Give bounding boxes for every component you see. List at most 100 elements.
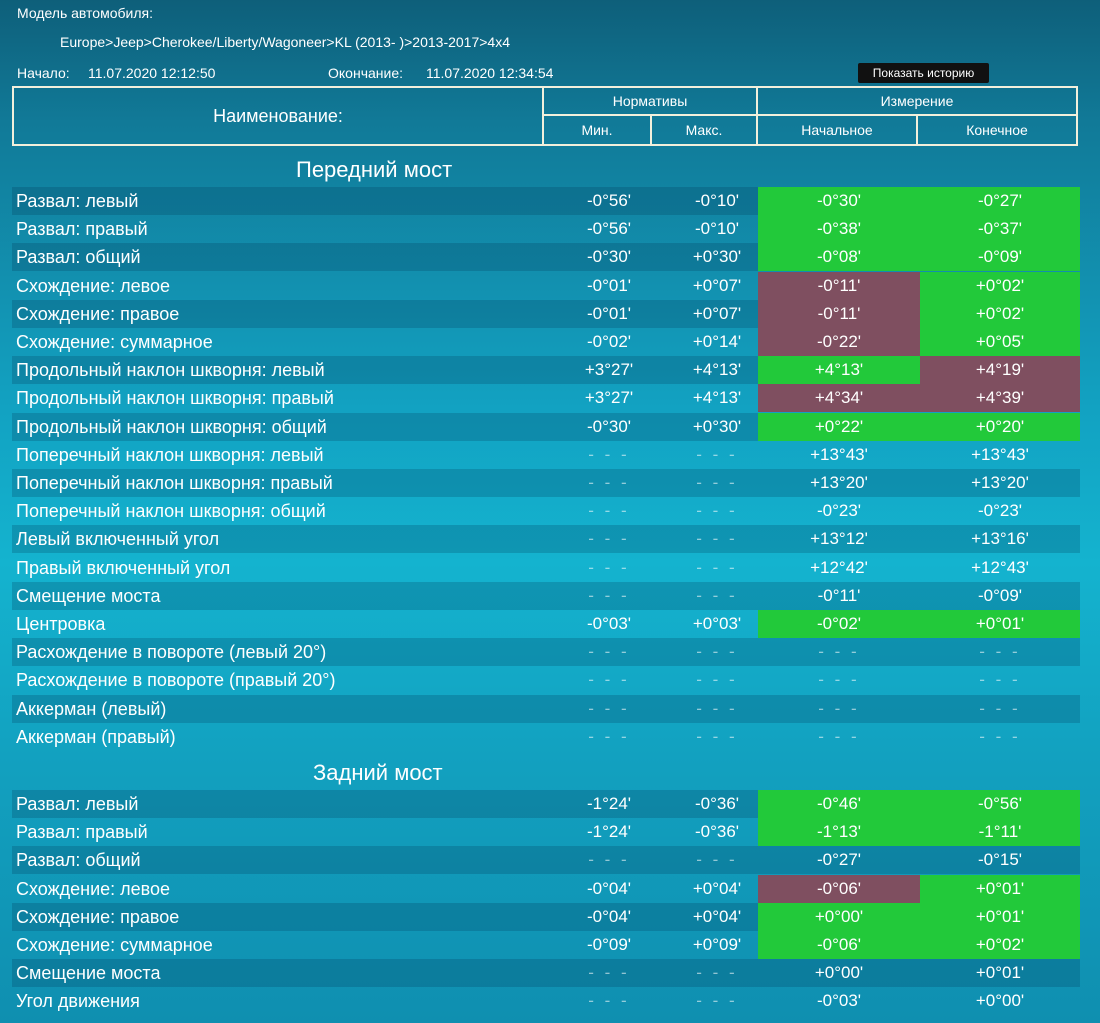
measurement-header: Измерение (758, 88, 1076, 116)
min-value: - - - (588, 699, 630, 718)
table-row: Правый включенный угол - - - - - - +12°42' +… (12, 554, 1080, 582)
final-value: +0°01' (920, 610, 1080, 638)
initial-value: -0°06' (758, 875, 920, 903)
table-row: Смещение моста - - - - - - -0°11' -0°09' (12, 582, 1080, 610)
initial-value: -0°06' (758, 931, 920, 959)
min-value: - - - (588, 991, 630, 1010)
final-value: +0°20' (920, 413, 1080, 441)
final-value: +13°16' (971, 529, 1029, 548)
min-value: -0°01' (586, 276, 632, 295)
max-value: +0°03' (692, 614, 742, 633)
table-row: Развал: левый -0°56' -0°10' -0°30' -0°27' (12, 187, 1080, 215)
min-value: - - - (588, 501, 630, 520)
min-value: -0°03' (586, 614, 632, 633)
norms-header: Нормативы (544, 88, 758, 116)
min-value: - - - (588, 850, 630, 869)
table-row: Поперечный наклон шкворня: общий - - - - -… (12, 497, 1080, 525)
final-value: +0°05' (920, 328, 1080, 356)
max-value: -0°10' (694, 191, 740, 210)
min-value: -0°09' (586, 935, 632, 954)
table-row: Левый включенный угол - - - - - - +13°12' +1… (12, 525, 1080, 553)
initial-value: -0°11' (817, 586, 861, 605)
table-row: Схождение: правое -0°01' +0°07' -0°11' +0°02… (12, 300, 1080, 328)
row-name: Поперечный наклон шкворня: левый (16, 445, 324, 465)
table-row: Продольный наклон шкворня: левый +3°27' +4… (12, 356, 1080, 384)
row-name: Центровка (16, 614, 106, 634)
final-value: -0°23' (977, 501, 1023, 520)
rear-axle-title: Задний мост (313, 760, 443, 785)
max-value: - - - (696, 670, 738, 689)
initial-value: -0°23' (816, 501, 862, 520)
initial-value: -0°46' (758, 790, 920, 818)
initial-value: - - - (818, 727, 860, 746)
initial-value: +4°13' (758, 356, 920, 384)
table-row: Угол движения - - - - - - -0°03' +0°00' (12, 987, 1080, 1015)
initial-value: -0°11' (758, 272, 920, 300)
table-row: Схождение: правое -0°04' +0°04' +0°00' +0°01… (12, 903, 1080, 931)
initial-value: +13°12' (810, 529, 868, 548)
row-name: Развал: общий (16, 247, 141, 267)
model-label: Модель автомобиля: (17, 5, 153, 21)
table-row: Поперечный наклон шкворня: правый - - - - … (12, 469, 1080, 497)
row-name: Схождение: правое (16, 304, 180, 324)
initial-value: -0°08' (758, 243, 920, 271)
table-row: Развал: правый -0°56' -0°10' -0°38' -0°37' (12, 215, 1080, 243)
row-name: Аккерман (правый) (16, 727, 176, 747)
max-value: - - - (696, 642, 738, 661)
final-value: +0°01' (920, 875, 1080, 903)
row-name: Расхождение в повороте (правый 20°) (16, 670, 336, 690)
final-value: +4°19' (920, 356, 1080, 384)
max-header: Макс. (652, 116, 758, 144)
min-value: -0°01' (586, 304, 632, 323)
initial-value: -0°30' (758, 187, 920, 215)
min-value: - - - (588, 727, 630, 746)
final-value: -0°56' (920, 790, 1080, 818)
min-value: - - - (588, 670, 630, 689)
row-name: Схождение: левое (16, 276, 171, 296)
min-value: -0°04' (586, 879, 632, 898)
initial-value: +13°43' (810, 445, 868, 464)
min-header: Мин. (544, 116, 652, 144)
row-name: Продольный наклон шкворня: левый (16, 360, 325, 380)
final-value: +0°02' (920, 931, 1080, 959)
max-value: - - - (696, 850, 738, 869)
initial-value: - - - (818, 670, 860, 689)
final-value: +13°20' (971, 473, 1029, 492)
show-history-button[interactable]: Показать историю (858, 63, 989, 83)
max-value: +0°07' (692, 304, 742, 323)
row-name: Развал: правый (16, 219, 148, 239)
min-value: -0°02' (586, 332, 632, 351)
row-name: Правый включенный угол (16, 558, 231, 578)
row-name: Схождение: суммарное (16, 332, 213, 352)
max-value: -0°36' (694, 794, 740, 813)
table-row: Развал: общий -0°30' +0°30' -0°08' -0°09' (12, 243, 1080, 271)
final-value: +12°43' (971, 558, 1029, 577)
min-value: -0°04' (586, 907, 632, 926)
final-value: -1°11' (920, 818, 1080, 846)
table-row: Аккерман (правый) - - - - - - - - - - - - (12, 723, 1080, 751)
model-breadcrumb: Europe>Jeep>Cherokee/Liberty/Wagoneer>KL… (60, 34, 510, 50)
final-value: +0°02' (920, 300, 1080, 328)
end-label: Окончание: (328, 65, 403, 81)
table-row: Схождение: левое -0°04' +0°04' -0°06' +0°01' (12, 875, 1080, 903)
initial-value: - - - (818, 642, 860, 661)
table-row: Продольный наклон шкворня: общий -0°30' +0… (12, 413, 1080, 441)
min-value: -0°56' (586, 219, 632, 238)
row-name: Смещение моста (16, 963, 161, 983)
row-name: Развал: левый (16, 794, 139, 814)
max-value: - - - (696, 727, 738, 746)
min-value: - - - (588, 586, 630, 605)
table-row: Развал: левый -1°24' -0°36' -0°46' -0°56' (12, 790, 1080, 818)
min-value: +3°27' (584, 360, 634, 379)
row-name: Продольный наклон шкворня: общий (16, 417, 327, 437)
row-name: Расхождение в повороте (левый 20°) (16, 642, 327, 662)
max-value: -0°36' (694, 822, 740, 841)
final-value: -0°09' (977, 586, 1023, 605)
min-value: -0°30' (586, 417, 632, 436)
final-value: +0°00' (975, 991, 1025, 1010)
row-name: Развал: общий (16, 850, 141, 870)
min-value: -0°56' (586, 191, 632, 210)
table-row: Схождение: левое -0°01' +0°07' -0°11' +0°02' (12, 272, 1080, 300)
table-row: Аккерман (левый) - - - - - - - - - - - - (12, 695, 1080, 723)
initial-value: -1°13' (758, 818, 920, 846)
